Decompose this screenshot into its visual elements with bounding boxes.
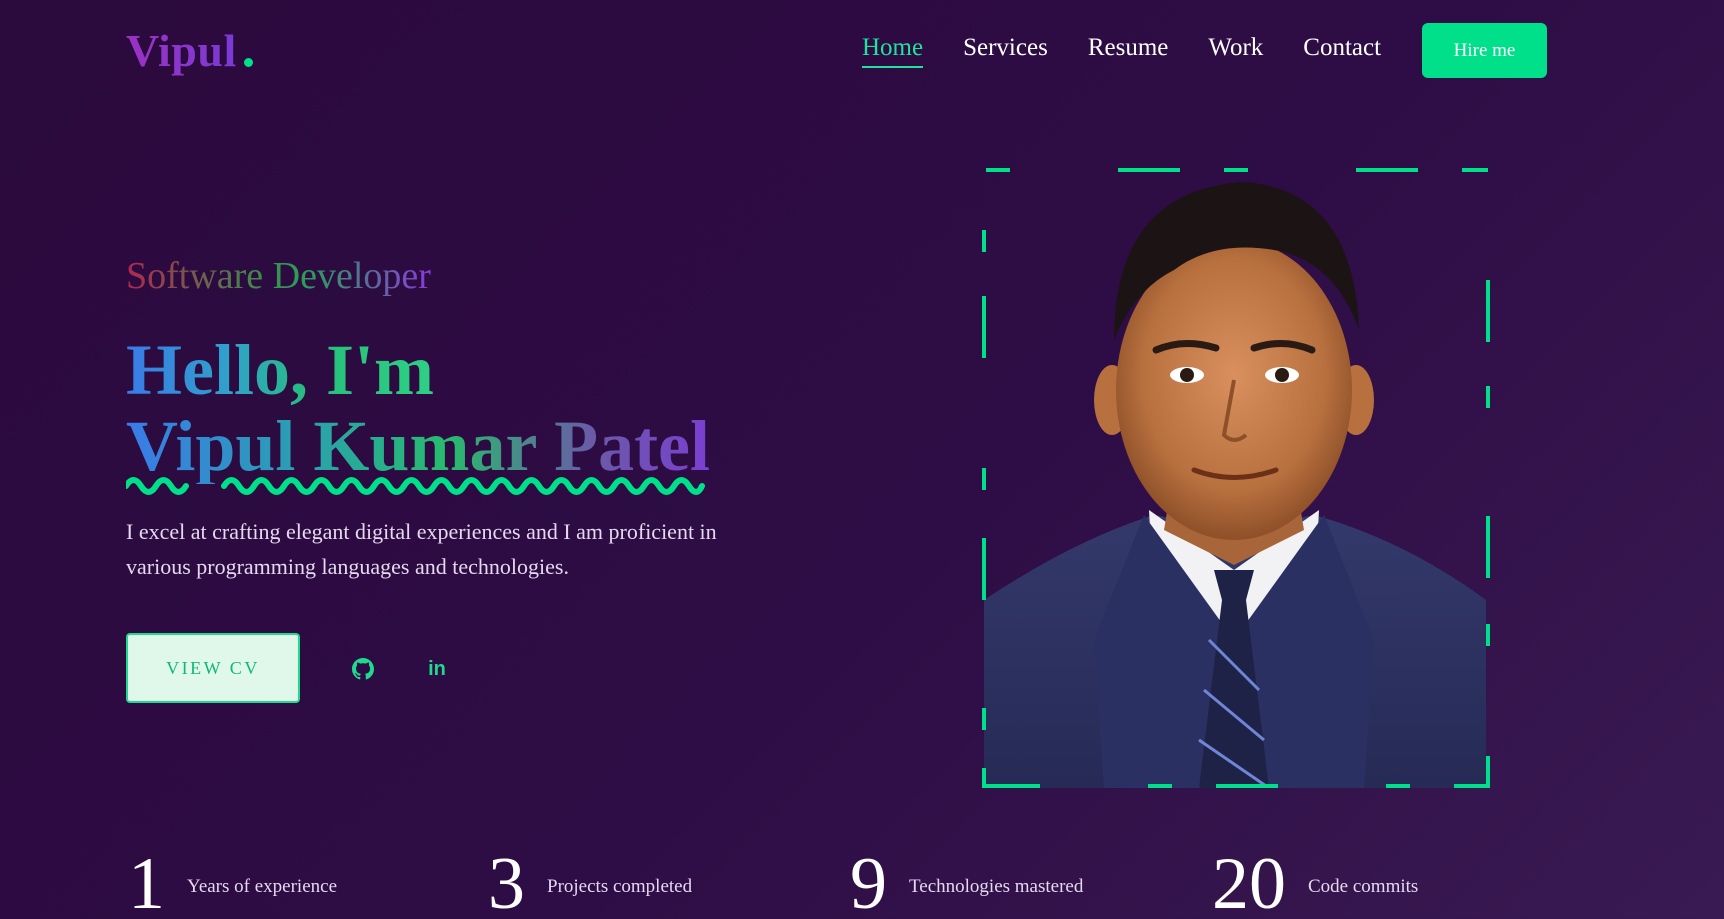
nav-services-link[interactable]: Services: [963, 34, 1048, 66]
site-logo[interactable]: Vipul: [126, 24, 237, 77]
nav-work-link[interactable]: Work: [1208, 34, 1263, 66]
site-header: Vipul Home Services Resume Work Contact …: [0, 0, 1724, 100]
stat-experience: 1 Years of experience: [128, 843, 338, 919]
hire-me-button[interactable]: Hire me: [1422, 23, 1547, 78]
profile-photo-frame: [982, 168, 1490, 788]
hero-description: I excel at crafting elegant digital expe…: [126, 519, 717, 579]
stat-value: 1: [128, 843, 165, 919]
stat-label: Years of experience: [187, 876, 338, 897]
stat-value: 20: [1212, 843, 1286, 919]
stat-technologies: 9 Technologies mastered: [850, 843, 1084, 919]
stat-commits: 20 Code commits: [1212, 843, 1419, 919]
nav-contact-link[interactable]: Contact: [1303, 34, 1381, 66]
nav-home-link[interactable]: Home: [862, 34, 924, 68]
stat-value: 9: [850, 843, 887, 919]
hero-subtitle: Software Developer: [126, 255, 431, 297]
dashed-frame: [982, 168, 1490, 788]
github-glyph: [352, 658, 374, 680]
linkedin-icon[interactable]: in: [424, 656, 450, 682]
stat-value: 3: [488, 843, 525, 919]
github-icon[interactable]: [350, 656, 376, 682]
stat-label: Projects completed: [547, 876, 693, 897]
name-underline-squiggle: [126, 477, 705, 495]
main-nav: Home Services Resume Work Contact: [862, 34, 1381, 68]
view-cv-button[interactable]: VIEW CV: [126, 633, 300, 703]
hero-greeting: Hello, I'm: [126, 330, 434, 410]
nav-resume-link[interactable]: Resume: [1088, 34, 1169, 66]
stat-label: Technologies mastered: [909, 876, 1084, 897]
stat-projects: 3 Projects completed: [488, 843, 693, 919]
stat-label: Code commits: [1308, 876, 1419, 897]
linkedin-glyph: in: [428, 657, 446, 680]
logo-dot: [244, 58, 253, 67]
